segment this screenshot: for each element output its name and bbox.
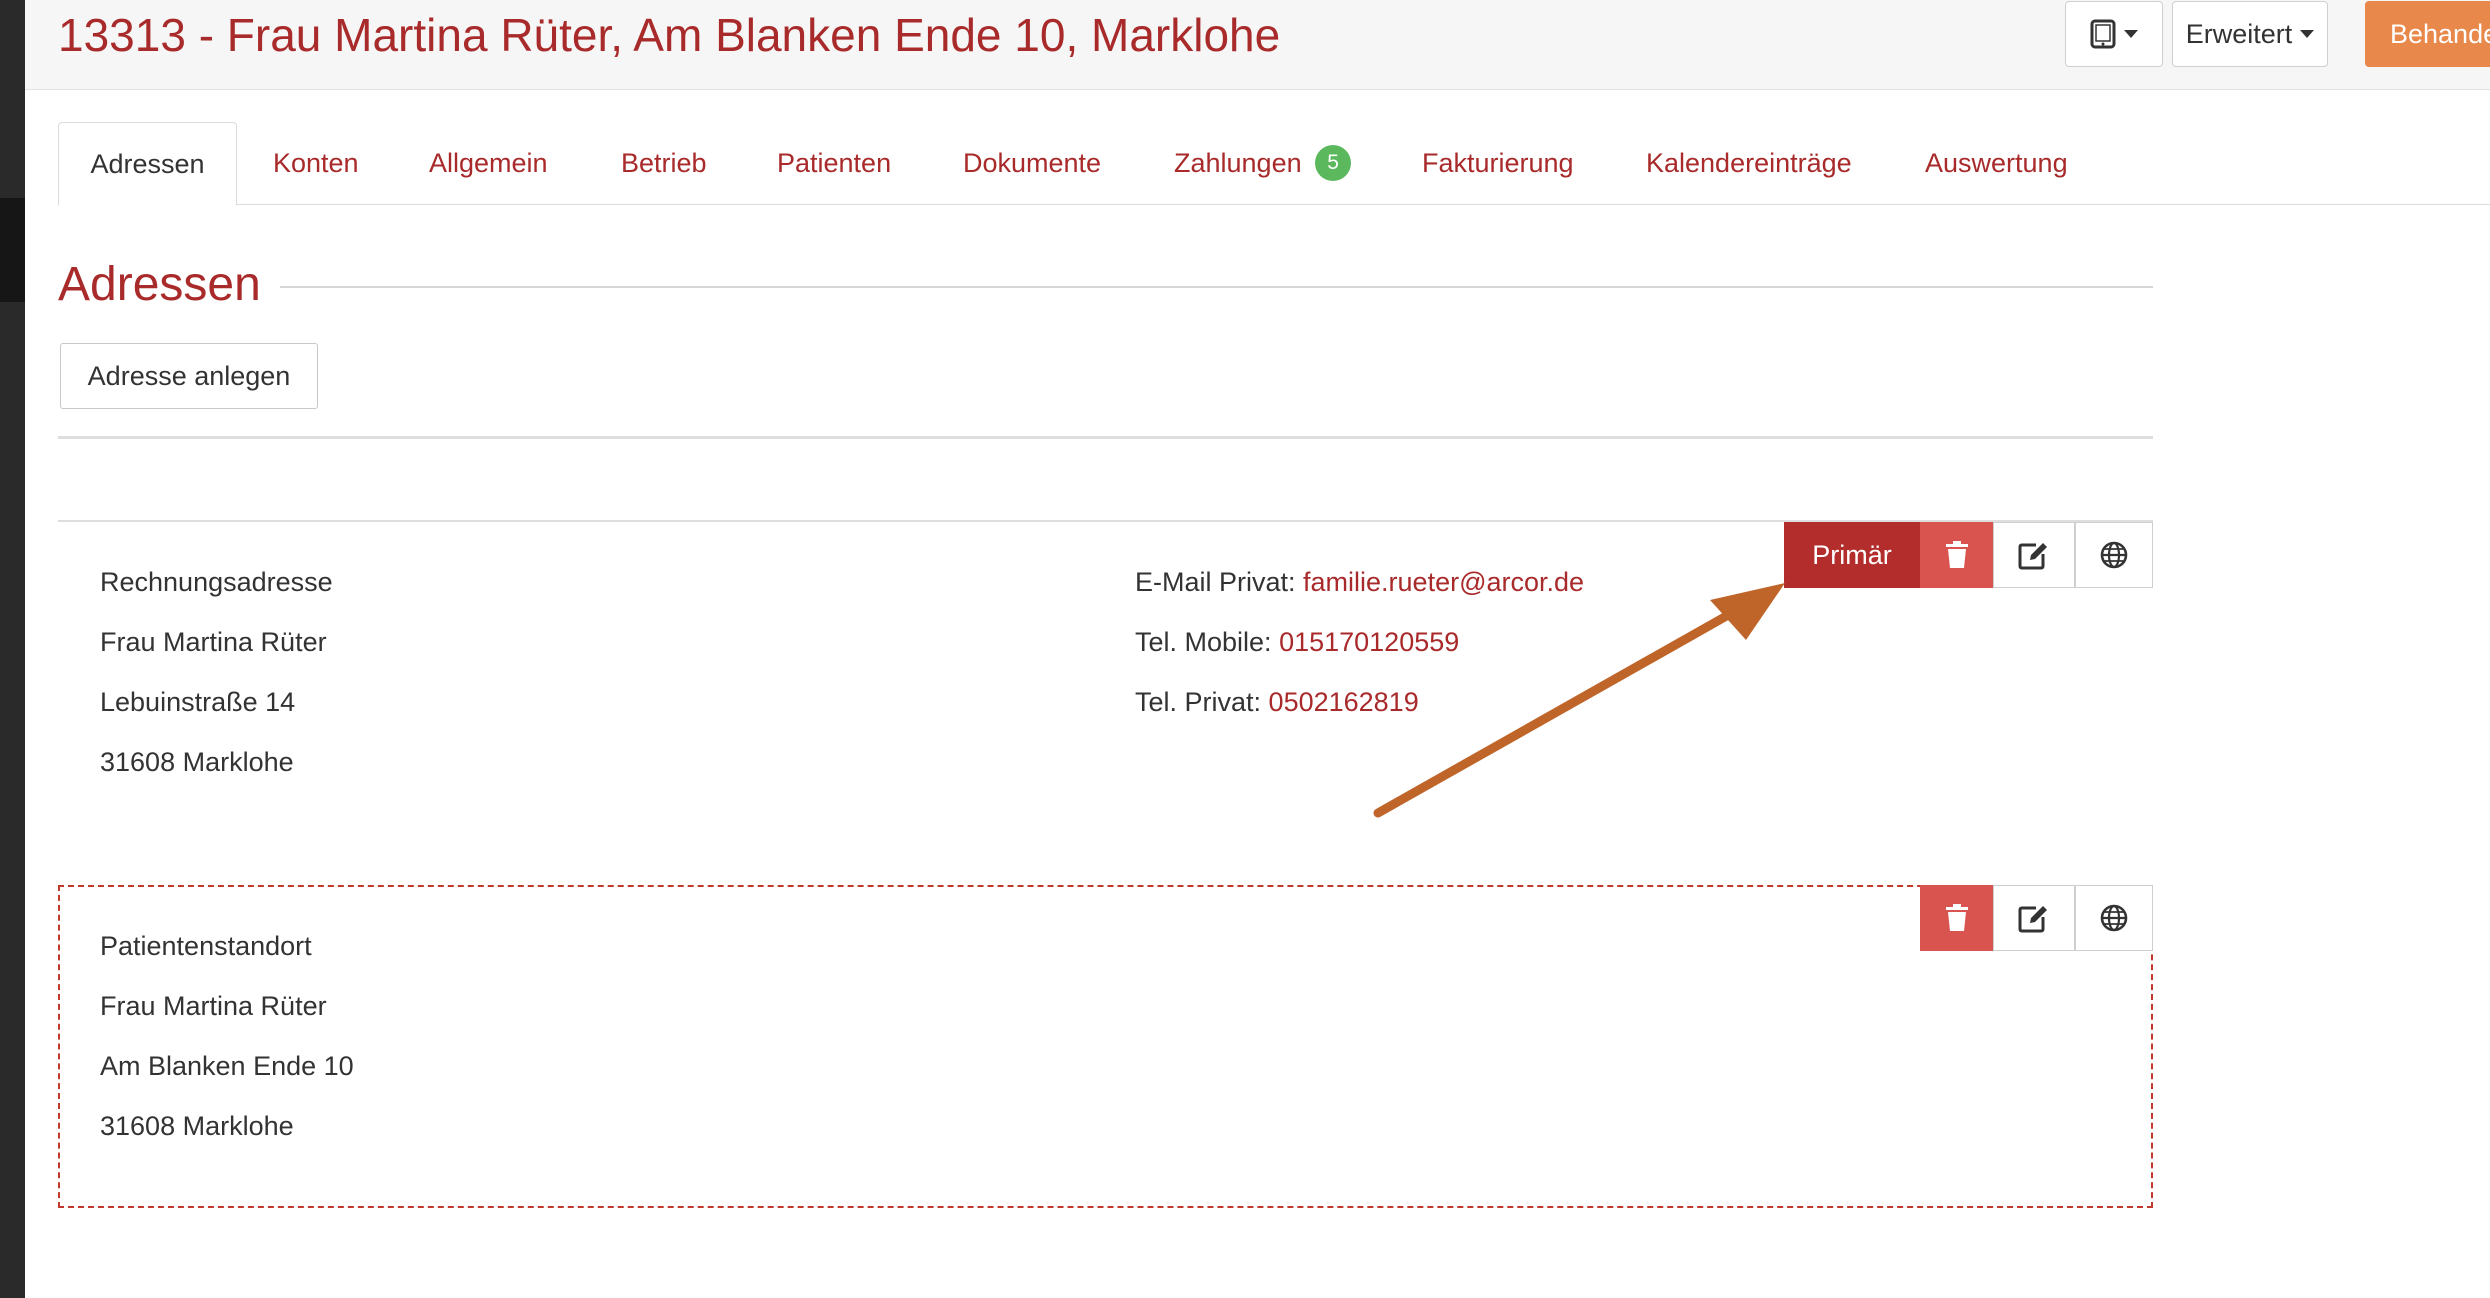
delete-button[interactable]	[1920, 885, 1993, 951]
globe-icon	[2100, 904, 2128, 932]
address-type: Patientenstandort	[100, 931, 312, 961]
address-street: Am Blanken Ende 10	[100, 1051, 354, 1081]
address-city: 31608 Marklohe	[100, 1111, 294, 1141]
address-name: Frau Martina Rüter	[100, 991, 327, 1021]
page: 13313 - Frau Martina Rüter, Am Blanken E…	[0, 0, 2490, 1298]
map-button[interactable]	[2075, 885, 2153, 951]
trash-icon	[1945, 904, 1969, 932]
edit-icon	[2018, 903, 2050, 933]
edit-button[interactable]	[1993, 885, 2075, 951]
address-card-patientenstandort	[58, 885, 2153, 1208]
